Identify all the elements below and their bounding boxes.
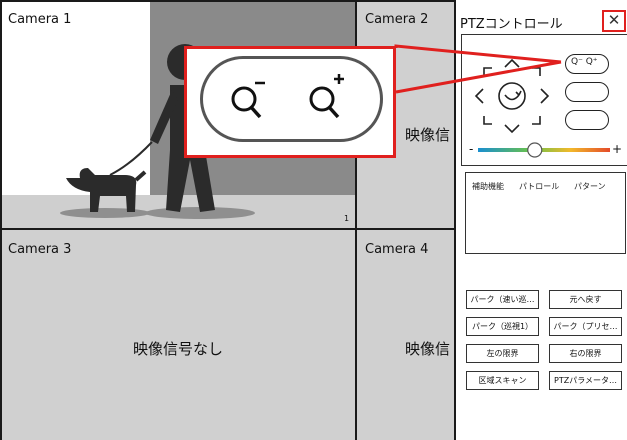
park-fast-patrol-button[interactable]: パーク（速い巡…	[466, 290, 539, 309]
camera-3-view[interactable]: Camera 3 映像信号なし	[0, 230, 355, 440]
zoom-callout-pill	[200, 56, 383, 142]
zoom-pill-label: Q⁻ Q⁺	[571, 57, 598, 67]
camera-2-no-video-text: 映像信	[405, 126, 451, 144]
slider-minus-label: -	[469, 142, 474, 156]
grid-border-top	[0, 0, 456, 2]
ptz-panel-title: PTZコントロール	[460, 17, 563, 32]
iris-pill-button[interactable]	[565, 110, 609, 130]
left-limit-button[interactable]: 左の限界	[466, 344, 539, 363]
camera-2-label: Camera 2	[365, 12, 429, 27]
park-preset-button[interactable]: パーク（プリセ…	[549, 317, 622, 336]
slider-plus-label: +	[612, 142, 623, 156]
slider-handle[interactable]	[527, 142, 543, 158]
right-limit-button[interactable]: 右の限界	[549, 344, 622, 363]
camera-4-no-video-text: 映像信	[405, 340, 451, 358]
zoom-out-icon[interactable]	[229, 77, 269, 121]
tab-patrol[interactable]: パトロール	[519, 181, 559, 192]
ptz-parameter-button[interactable]: PTZパラメータ…	[549, 371, 622, 390]
camera-3-label: Camera 3	[8, 242, 72, 257]
restore-button[interactable]: 元へ戻す	[549, 290, 622, 309]
speed-slider[interactable]	[476, 140, 612, 160]
area-scan-button[interactable]: 区域スキャン	[466, 371, 539, 390]
camera-1-channel-number: 1	[344, 214, 350, 223]
function-tabs: 補助機能 パトロール パターン	[465, 172, 626, 254]
camera-3-no-video-text: 映像信号なし	[133, 340, 224, 358]
tab-aux-function[interactable]: 補助機能	[472, 181, 504, 192]
park-patrol1-button[interactable]: パーク（巡視1）	[466, 317, 539, 336]
close-icon[interactable]: ✕	[602, 10, 626, 32]
grid-divider-horizontal	[0, 228, 456, 230]
camera-4-view[interactable]: Camera 4 映像信	[357, 230, 456, 440]
direction-pad[interactable]	[472, 56, 552, 136]
focus-pill-button[interactable]	[565, 82, 609, 102]
camera-4-label: Camera 4	[365, 242, 429, 257]
zoom-pill-button[interactable]: Q⁻ Q⁺	[565, 54, 609, 74]
zoom-in-icon[interactable]	[307, 71, 351, 121]
tab-pattern[interactable]: パターン	[574, 181, 606, 192]
camera-1-label: Camera 1	[8, 12, 72, 27]
grid-border-left	[0, 0, 2, 440]
